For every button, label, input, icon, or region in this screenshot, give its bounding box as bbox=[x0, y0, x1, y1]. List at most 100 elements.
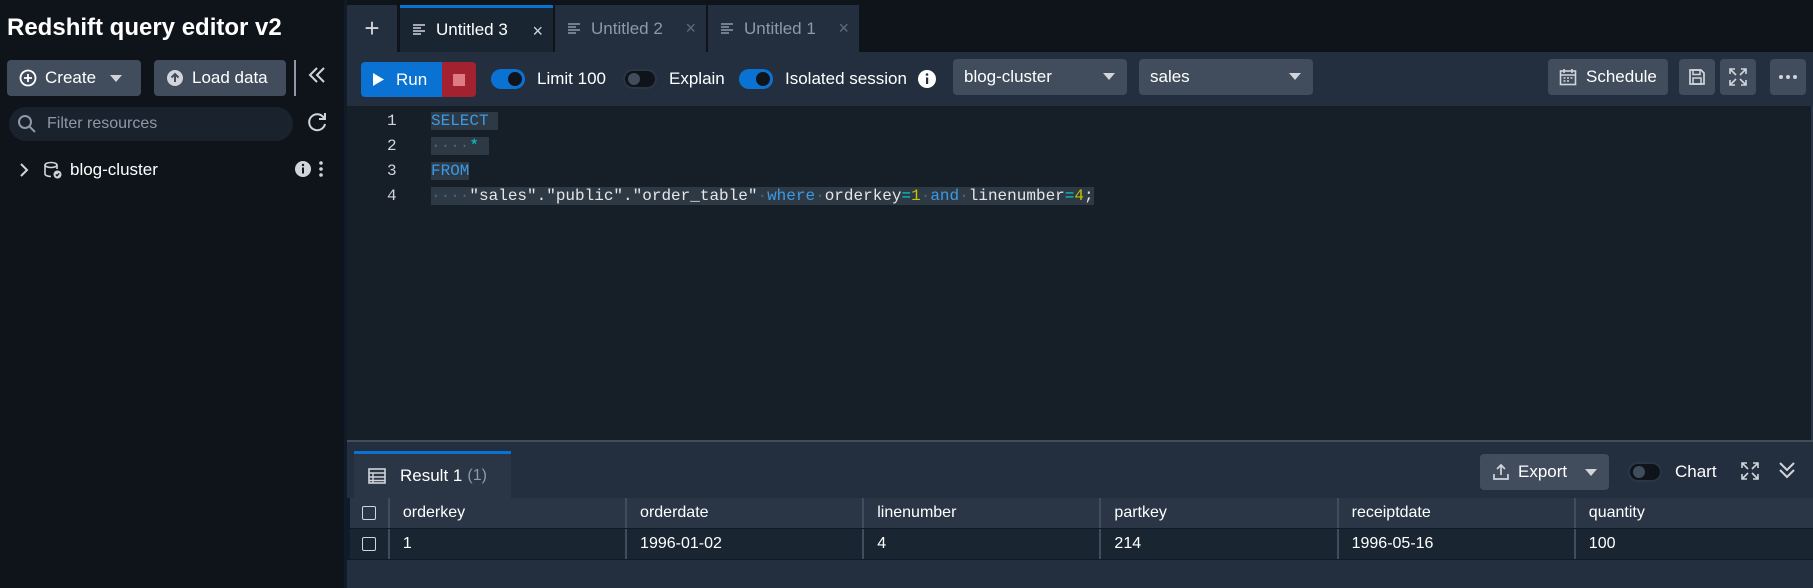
column-header[interactable]: linenumber bbox=[864, 498, 1102, 528]
close-icon[interactable]: × bbox=[532, 21, 543, 42]
result-tab[interactable]: Result 1 (1) bbox=[354, 451, 511, 498]
more-vertical-icon[interactable] bbox=[318, 160, 324, 183]
info-icon[interactable] bbox=[294, 160, 312, 183]
explain-toggle[interactable] bbox=[623, 69, 657, 89]
tab-bar: + Untitled 3 × Untitled 2 × Untitled 1 × bbox=[347, 0, 1813, 52]
keyword-select: SELECT bbox=[431, 112, 489, 130]
collapse-sidebar-icon[interactable] bbox=[306, 64, 328, 92]
refresh-icon[interactable] bbox=[305, 110, 329, 139]
table-cell: 1 bbox=[390, 529, 628, 559]
chart-toggle[interactable] bbox=[1628, 462, 1662, 482]
play-icon bbox=[373, 73, 384, 86]
export-button[interactable]: Export bbox=[1480, 454, 1609, 490]
chevron-right-icon[interactable] bbox=[18, 162, 30, 183]
table-header-row: orderkey orderdate linenumber partkey re… bbox=[350, 498, 1813, 528]
editor-line: 4 ····"sales"."public"."order_table"·whe… bbox=[347, 187, 1813, 212]
results-header: Result 1 (1) Export Chart bbox=[347, 440, 1813, 498]
select-all-checkbox[interactable] bbox=[350, 498, 390, 528]
divider bbox=[294, 60, 296, 96]
editor-toolbar: Run Limit 100 Explain Isolated session b… bbox=[347, 52, 1813, 106]
table-cell: 1996-01-02 bbox=[627, 529, 865, 559]
column-header[interactable]: orderkey bbox=[390, 498, 628, 528]
result-count: (1) bbox=[467, 467, 487, 484]
column-header[interactable]: receiptdate bbox=[1339, 498, 1576, 528]
upload-circle-icon bbox=[166, 69, 184, 87]
number-literal: 4 bbox=[1074, 187, 1084, 205]
tab-untitled-2[interactable]: Untitled 2 × bbox=[555, 5, 706, 52]
expand-icon bbox=[1728, 67, 1748, 87]
isolated-session-label: Isolated session bbox=[785, 69, 907, 88]
plus-icon: + bbox=[364, 13, 380, 43]
limit-toggle[interactable] bbox=[491, 69, 525, 89]
stop-button[interactable] bbox=[442, 62, 476, 97]
caret-down-icon bbox=[1103, 73, 1115, 80]
load-data-label: Load data bbox=[192, 68, 268, 87]
tab-untitled-3[interactable]: Untitled 3 × bbox=[400, 5, 553, 52]
expand-icon[interactable] bbox=[1740, 461, 1760, 486]
operator: = bbox=[901, 187, 912, 205]
table-cell: 1996-05-16 bbox=[1339, 529, 1576, 559]
result-tab-label: Result 1 bbox=[400, 466, 463, 485]
cluster-database-icon bbox=[43, 160, 63, 185]
table-icon bbox=[368, 468, 386, 484]
filter-resources[interactable] bbox=[9, 107, 293, 141]
close-icon[interactable]: × bbox=[685, 18, 696, 39]
checkbox[interactable] bbox=[361, 506, 376, 520]
column-header[interactable]: quantity bbox=[1576, 498, 1813, 528]
checkbox[interactable] bbox=[361, 537, 376, 551]
line-number: 3 bbox=[387, 162, 397, 180]
cluster-select-value: blog-cluster bbox=[964, 67, 1052, 86]
new-tab-button[interactable]: + bbox=[347, 5, 397, 52]
chart-label: Chart bbox=[1675, 462, 1717, 481]
calendar-icon bbox=[1559, 68, 1577, 86]
more-options-button[interactable] bbox=[1770, 59, 1806, 95]
fullscreen-button[interactable] bbox=[1720, 59, 1756, 95]
more-horizontal-icon bbox=[1778, 74, 1798, 80]
table-cell: 214 bbox=[1101, 529, 1339, 559]
column-header[interactable]: orderdate bbox=[627, 498, 865, 528]
schedule-button[interactable]: Schedule bbox=[1548, 59, 1668, 95]
limit-label: Limit 100 bbox=[537, 69, 606, 88]
keyword-where: where bbox=[767, 187, 816, 205]
column-orderkey: orderkey bbox=[824, 187, 902, 205]
database-select[interactable]: sales bbox=[1139, 59, 1313, 95]
schedule-label: Schedule bbox=[1586, 67, 1657, 86]
keyword-and: and bbox=[930, 187, 960, 205]
code-line: FROM bbox=[431, 162, 470, 180]
save-button[interactable] bbox=[1679, 59, 1715, 95]
tab-label: Untitled 1 bbox=[744, 18, 816, 38]
select-star: * bbox=[469, 137, 480, 155]
info-icon[interactable] bbox=[917, 69, 937, 94]
tree-item-blog-cluster[interactable]: blog-cluster bbox=[0, 155, 344, 185]
isolated-session-toggle[interactable] bbox=[739, 69, 773, 89]
tab-untitled-1[interactable]: Untitled 1 × bbox=[708, 5, 859, 52]
sql-editor[interactable]: 1 SELECT 2 ····* 3 FROM 4 ····"sales"."p… bbox=[347, 106, 1813, 440]
table-identifier: "sales"."public"."order_table" bbox=[469, 187, 758, 205]
run-button[interactable]: Run bbox=[361, 62, 442, 97]
main-area: + Untitled 3 × Untitled 2 × Untitled 1 × bbox=[347, 0, 1813, 588]
document-icon bbox=[412, 23, 426, 37]
filter-input[interactable] bbox=[45, 114, 289, 134]
upload-icon bbox=[1492, 463, 1510, 481]
app-title: Redshift query editor v2 bbox=[7, 14, 282, 41]
tab-label: Untitled 3 bbox=[436, 20, 508, 39]
keyword-from: FROM bbox=[431, 162, 470, 180]
line-number: 2 bbox=[387, 137, 397, 155]
editor-line: 3 FROM bbox=[347, 162, 1813, 187]
stop-icon bbox=[453, 73, 465, 86]
export-label: Export bbox=[1518, 462, 1568, 481]
code-line: ····* bbox=[431, 137, 489, 155]
cluster-select[interactable]: blog-cluster bbox=[953, 59, 1127, 95]
chevron-double-down-icon[interactable] bbox=[1777, 460, 1797, 485]
line-number: 4 bbox=[387, 187, 397, 205]
caret-down-icon bbox=[110, 74, 123, 82]
table-row[interactable]: 1 1996-01-02 4 214 1996-05-16 100 bbox=[350, 529, 1813, 559]
save-icon bbox=[1688, 68, 1706, 86]
create-button[interactable]: Create bbox=[7, 60, 141, 96]
load-data-button[interactable]: Load data bbox=[154, 60, 286, 96]
row-checkbox[interactable] bbox=[350, 529, 390, 559]
column-header[interactable]: partkey bbox=[1101, 498, 1339, 528]
close-icon[interactable]: × bbox=[838, 18, 849, 39]
operator: = bbox=[1064, 187, 1075, 205]
editor-line: 2 ····* bbox=[347, 137, 1813, 162]
